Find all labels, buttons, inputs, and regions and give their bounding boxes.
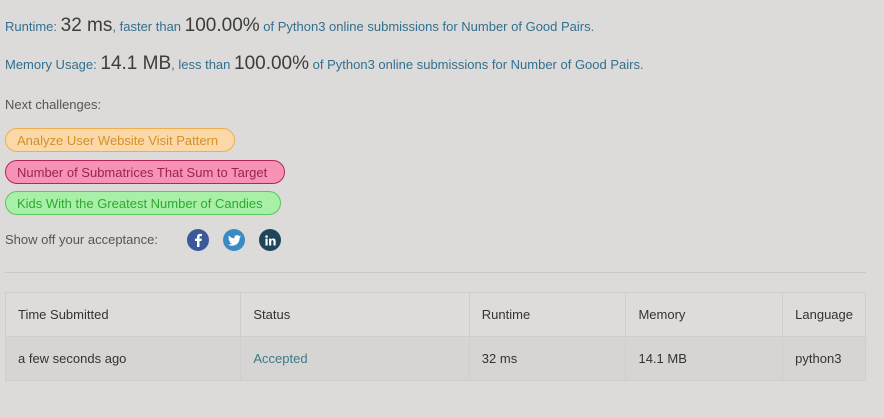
- header-memory[interactable]: Memory: [625, 292, 784, 337]
- memory-percent: 100.00%: [234, 53, 310, 74]
- memory-stat: Memory Usage: 14.1 MB, less than 100.00%…: [5, 53, 644, 75]
- memory-mid: , less than: [171, 57, 235, 72]
- cell-runtime: 32 ms: [468, 336, 627, 381]
- header-language[interactable]: Language: [782, 292, 866, 337]
- cell-status: Accepted: [240, 336, 470, 381]
- share-label: Show off your acceptance:: [5, 232, 158, 247]
- runtime-percent: 100.00%: [184, 15, 260, 36]
- challenge-chip-analyze-visit-pattern[interactable]: Analyze User Website Visit Pattern: [5, 128, 235, 152]
- memory-tail: of Python3 online submissions for Number…: [309, 57, 644, 72]
- header-runtime[interactable]: Runtime: [468, 292, 627, 337]
- linkedin-icon[interactable]: [259, 229, 281, 251]
- next-challenges-label: Next challenges:: [5, 97, 102, 112]
- table-header-row: Time Submitted Status Runtime Memory Lan…: [4, 292, 866, 337]
- facebook-icon[interactable]: [187, 229, 209, 251]
- cell-memory: 14.1 MB: [625, 336, 784, 381]
- cell-time-submitted: a few seconds ago: [4, 336, 242, 381]
- cell-language: python3: [782, 336, 866, 381]
- runtime-label: Runtime:: [5, 19, 61, 34]
- header-time-submitted[interactable]: Time Submitted: [4, 292, 242, 337]
- runtime-value: 32 ms: [60, 15, 113, 36]
- runtime-mid: , faster than: [112, 19, 185, 34]
- challenge-chip-submatrices-sum-target[interactable]: Number of Submatrices That Sum to Target: [5, 160, 285, 184]
- twitter-icon[interactable]: [223, 229, 245, 251]
- submissions-table: Time Submitted Status Runtime Memory Lan…: [4, 292, 866, 381]
- memory-label: Memory Usage:: [5, 57, 101, 72]
- memory-value: 14.1 MB: [100, 53, 172, 74]
- runtime-tail: of Python3 online submissions for Number…: [259, 19, 595, 34]
- status-accepted-link[interactable]: Accepted: [253, 351, 307, 366]
- runtime-stat: Runtime: 32 ms, faster than 100.00% of P…: [5, 15, 594, 37]
- challenge-chip-kids-candies[interactable]: Kids With the Greatest Number of Candies: [5, 191, 281, 215]
- header-status[interactable]: Status: [240, 292, 470, 337]
- section-divider: [5, 272, 866, 273]
- table-row: a few seconds ago Accepted 32 ms 14.1 MB…: [4, 336, 866, 381]
